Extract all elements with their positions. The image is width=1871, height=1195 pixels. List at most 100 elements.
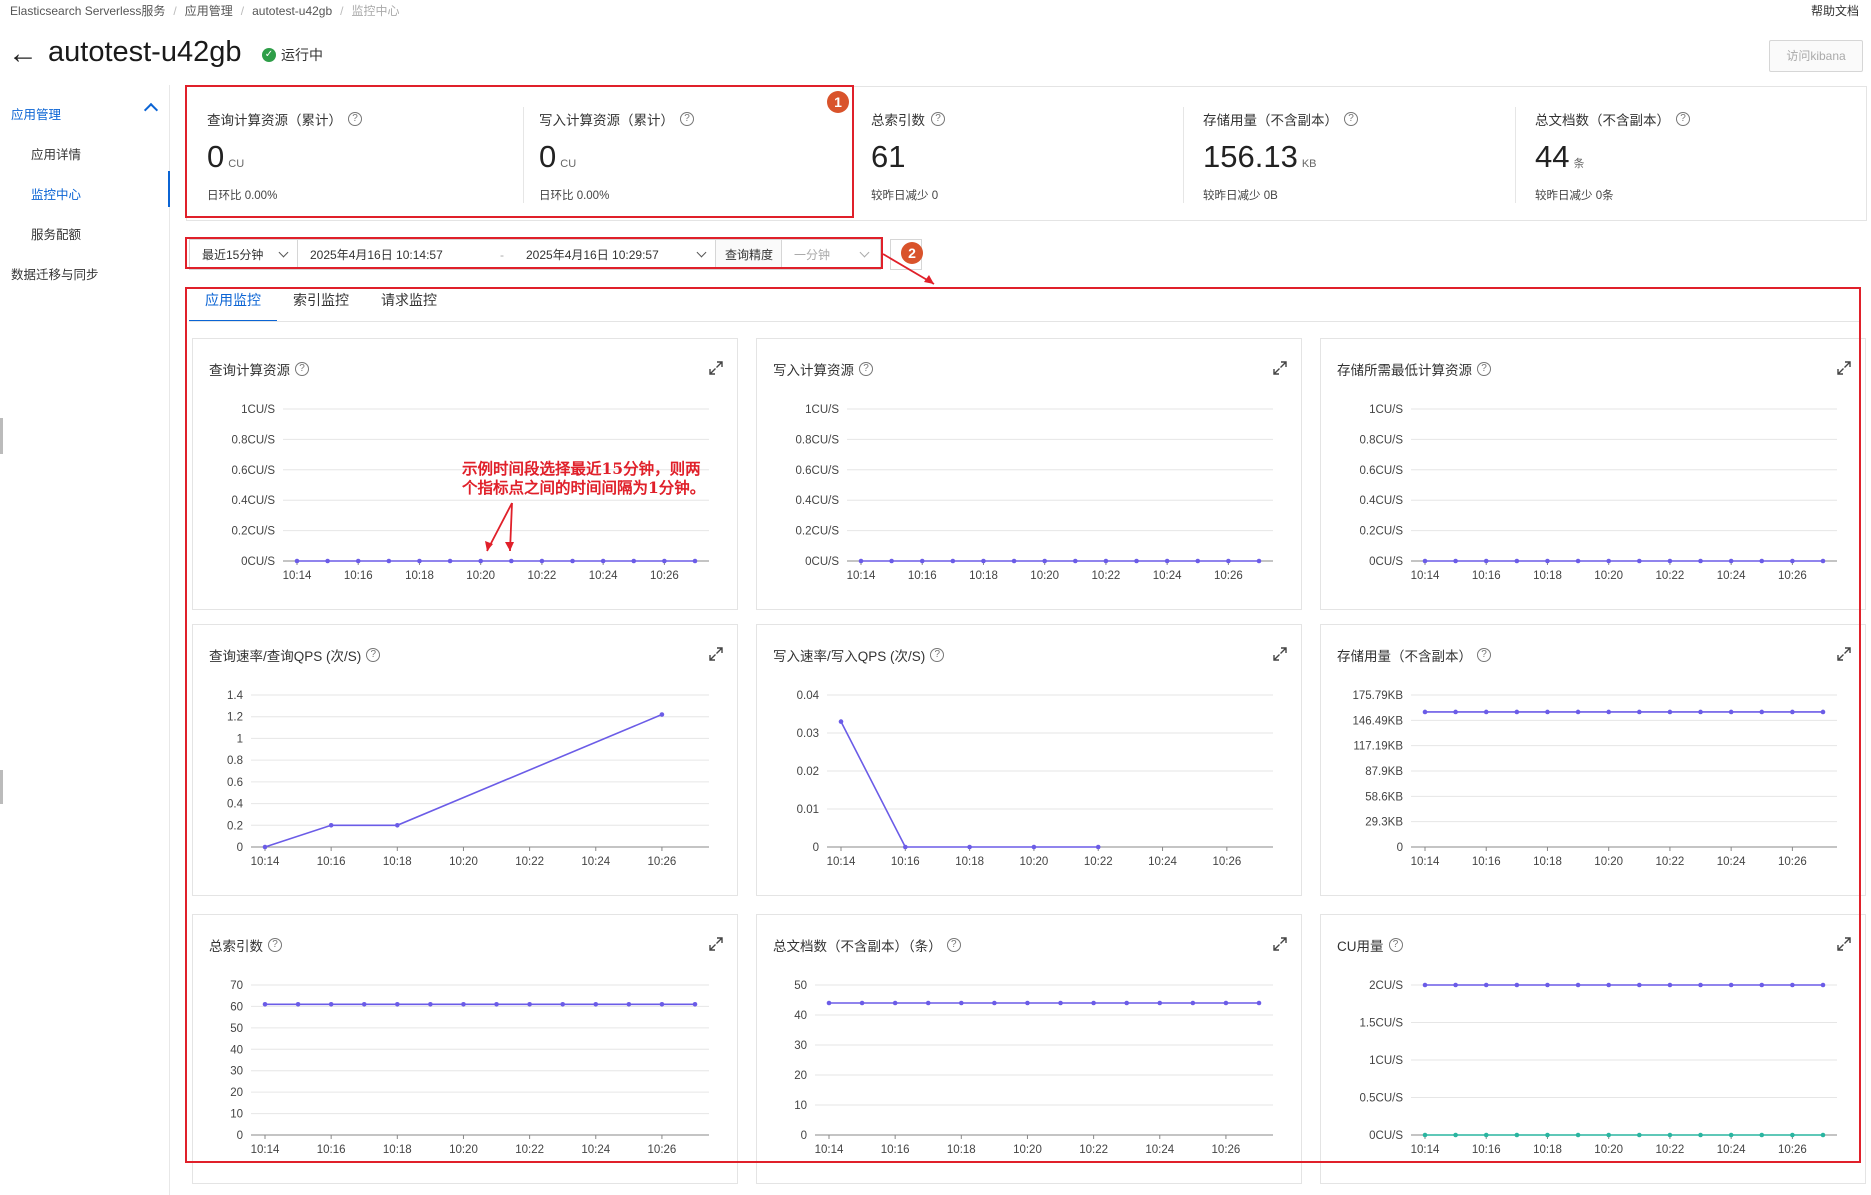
data-point[interactable] bbox=[1422, 1132, 1428, 1138]
sidebar-group-app-management[interactable]: 应用管理 bbox=[11, 104, 61, 123]
data-point[interactable] bbox=[494, 1001, 499, 1007]
help-icon[interactable]: ? bbox=[348, 112, 362, 126]
data-point[interactable] bbox=[1226, 558, 1231, 564]
data-point[interactable] bbox=[386, 558, 392, 564]
data-point[interactable] bbox=[1545, 982, 1550, 988]
data-point[interactable] bbox=[1575, 1132, 1581, 1138]
data-point[interactable] bbox=[1790, 982, 1795, 988]
sidebar-item-quota[interactable]: 服务配额 bbox=[31, 224, 81, 243]
data-point[interactable] bbox=[1134, 558, 1139, 564]
data-point[interactable] bbox=[1195, 558, 1201, 564]
scroll-handle[interactable] bbox=[0, 418, 3, 454]
end-time[interactable]: 2025年4月16日 10:29:57 bbox=[526, 246, 659, 263]
date-range-picker[interactable]: 2025年4月16日 10:14:57 - 2025年4月16日 10:29:5… bbox=[298, 240, 716, 269]
sidebar-item-app-details[interactable]: 应用详情 bbox=[31, 144, 81, 163]
data-point[interactable] bbox=[1667, 1132, 1673, 1138]
data-point[interactable] bbox=[1031, 844, 1037, 850]
data-point[interactable] bbox=[959, 1000, 964, 1006]
data-point[interactable] bbox=[1820, 1132, 1826, 1138]
data-point[interactable] bbox=[1728, 558, 1734, 564]
data-point[interactable] bbox=[659, 1001, 665, 1007]
data-point[interactable] bbox=[1790, 1132, 1795, 1138]
data-point[interactable] bbox=[328, 822, 334, 828]
data-point[interactable] bbox=[1011, 558, 1017, 564]
help-icon[interactable]: ? bbox=[1676, 112, 1690, 126]
data-point[interactable] bbox=[981, 558, 986, 564]
data-point[interactable] bbox=[1820, 982, 1826, 988]
help-icon[interactable]: ? bbox=[680, 112, 694, 126]
data-point[interactable] bbox=[1164, 558, 1170, 564]
data-point[interactable] bbox=[858, 558, 864, 564]
data-point[interactable] bbox=[527, 1001, 532, 1007]
chevron-up-icon[interactable] bbox=[143, 102, 159, 118]
data-point[interactable] bbox=[294, 558, 300, 564]
data-point[interactable] bbox=[1545, 709, 1550, 715]
data-point[interactable] bbox=[826, 1000, 832, 1006]
help-icon[interactable]: ? bbox=[931, 112, 945, 126]
data-point[interactable] bbox=[859, 1000, 865, 1006]
data-point[interactable] bbox=[1190, 1000, 1196, 1006]
data-point[interactable] bbox=[1667, 982, 1673, 988]
data-point[interactable] bbox=[919, 558, 925, 564]
data-point[interactable] bbox=[1073, 558, 1078, 564]
data-point[interactable] bbox=[1728, 1132, 1734, 1138]
data-point[interactable] bbox=[1256, 1000, 1262, 1006]
data-point[interactable] bbox=[1483, 1132, 1489, 1138]
data-point[interactable] bbox=[1606, 709, 1611, 715]
data-point[interactable] bbox=[1256, 558, 1262, 564]
data-point[interactable] bbox=[1514, 1132, 1520, 1138]
data-point[interactable] bbox=[1820, 709, 1826, 715]
help-doc-link[interactable]: 帮助文档 bbox=[1811, 2, 1859, 19]
data-point[interactable] bbox=[1453, 558, 1458, 564]
data-point[interactable] bbox=[1091, 1000, 1096, 1006]
tab-app-monitoring[interactable]: 应用监控 bbox=[189, 287, 277, 322]
data-point[interactable] bbox=[1514, 982, 1520, 988]
data-point[interactable] bbox=[1422, 709, 1428, 715]
data-point[interactable] bbox=[395, 822, 400, 828]
data-point[interactable] bbox=[1483, 709, 1489, 715]
breadcrumb-item[interactable]: autotest-u42gb bbox=[252, 4, 332, 18]
data-point[interactable] bbox=[1637, 1132, 1642, 1138]
data-point[interactable] bbox=[1759, 982, 1765, 988]
sidebar-item-monitoring[interactable]: 监控中心 bbox=[31, 184, 81, 203]
data-point[interactable] bbox=[1637, 982, 1642, 988]
data-point[interactable] bbox=[1545, 558, 1550, 564]
breadcrumb-item[interactable]: 应用管理 bbox=[185, 4, 233, 18]
data-point[interactable] bbox=[1606, 558, 1611, 564]
data-point[interactable] bbox=[1157, 1000, 1163, 1006]
scroll-handle[interactable] bbox=[0, 770, 3, 804]
data-point[interactable] bbox=[478, 558, 483, 564]
data-point[interactable] bbox=[1058, 1000, 1063, 1006]
data-point[interactable] bbox=[295, 1001, 301, 1007]
data-point[interactable] bbox=[355, 558, 361, 564]
data-point[interactable] bbox=[1728, 982, 1734, 988]
data-point[interactable] bbox=[1025, 1000, 1030, 1006]
data-point[interactable] bbox=[1453, 982, 1458, 988]
data-point[interactable] bbox=[1698, 982, 1703, 988]
data-point[interactable] bbox=[1759, 709, 1765, 715]
data-point[interactable] bbox=[692, 558, 698, 564]
data-point[interactable] bbox=[1483, 558, 1489, 564]
data-point[interactable] bbox=[1759, 1132, 1765, 1138]
data-point[interactable] bbox=[1728, 709, 1734, 715]
data-point[interactable] bbox=[1606, 1132, 1611, 1138]
back-arrow-icon[interactable]: ← bbox=[8, 38, 38, 70]
data-point[interactable] bbox=[1575, 558, 1581, 564]
data-point[interactable] bbox=[361, 1001, 367, 1007]
data-point[interactable] bbox=[1698, 558, 1703, 564]
sidebar-item-data-migration[interactable]: 数据迁移与同步 bbox=[11, 264, 99, 283]
data-point[interactable] bbox=[417, 558, 422, 564]
data-point[interactable] bbox=[659, 712, 665, 717]
data-point[interactable] bbox=[1103, 558, 1109, 564]
data-point[interactable] bbox=[1698, 1132, 1703, 1138]
data-point[interactable] bbox=[1790, 709, 1795, 715]
data-point[interactable] bbox=[925, 1000, 931, 1006]
data-point[interactable] bbox=[1575, 709, 1581, 715]
data-point[interactable] bbox=[1124, 1000, 1129, 1006]
data-point[interactable] bbox=[1667, 558, 1673, 564]
data-point[interactable] bbox=[570, 558, 575, 564]
data-point[interactable] bbox=[631, 558, 637, 564]
data-point[interactable] bbox=[600, 558, 606, 564]
data-point[interactable] bbox=[325, 558, 330, 564]
range-select[interactable]: 最近15分钟 bbox=[190, 240, 298, 269]
